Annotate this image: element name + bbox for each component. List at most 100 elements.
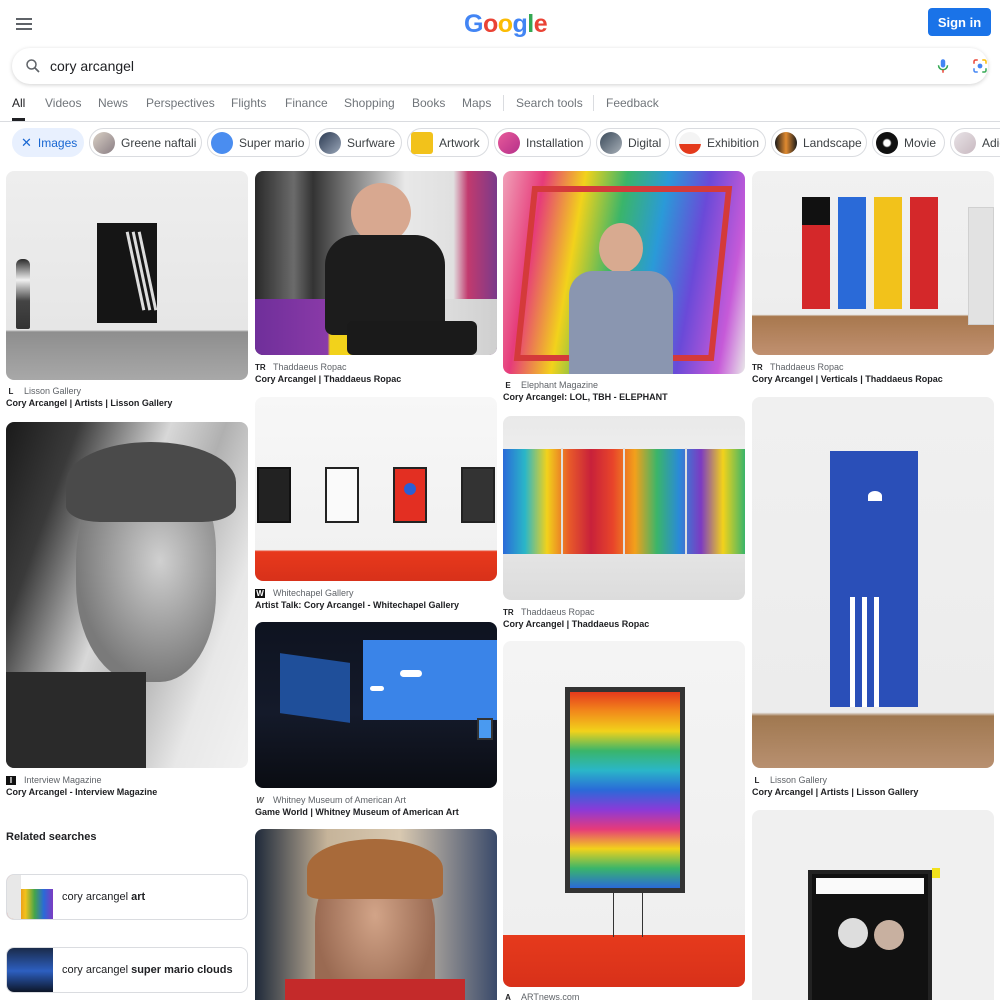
result-image[interactable] [6, 171, 248, 380]
chip-surfware[interactable]: Surfware [315, 128, 402, 157]
chip-thumbnail [211, 131, 233, 154]
result-image[interactable] [503, 416, 745, 600]
chip-super-mario[interactable]: Super mario [207, 128, 310, 157]
tab-books[interactable]: Books [412, 96, 445, 110]
image-result[interactable]: L Lisson Gallery Cory Arcangel | Artists … [752, 397, 994, 800]
image-result[interactable]: TR Thaddaeus Ropac Cory Arcangel | Thadda… [255, 171, 497, 387]
image-result[interactable] [752, 810, 994, 1000]
favicon: L [754, 775, 760, 785]
photo-face [838, 918, 868, 948]
tab-shopping[interactable]: Shopping [344, 96, 395, 110]
chip-thumbnail [954, 131, 976, 154]
result-source: TR Thaddaeus Ropac [255, 362, 347, 372]
sign-in-button[interactable]: Sign in [928, 8, 991, 36]
image-result[interactable]: I Interview Magazine Cory Arcangel - Inte… [6, 422, 248, 800]
image-result[interactable]: L Lisson Gallery Cory Arcangel | Artists … [6, 171, 248, 411]
related-search-item[interactable]: cory arcangel art [6, 874, 248, 920]
favicon: I [6, 775, 16, 785]
result-title[interactable]: Cory Arcangel: LOL, TBH - ELEPHANT [503, 392, 668, 402]
feedback-link[interactable]: Feedback [606, 96, 659, 110]
result-source: W Whitechapel Gallery [255, 588, 354, 598]
chip-artwork[interactable]: Artwork [407, 128, 489, 157]
chip-adidas[interactable]: Adid [950, 128, 1000, 157]
adidas-logo [868, 491, 882, 501]
result-image[interactable] [6, 422, 248, 768]
chip-images[interactable]: ✕ Images [12, 128, 84, 157]
visitor-figure [16, 259, 30, 329]
photo-face [874, 920, 904, 950]
tab-flights[interactable]: Flights [231, 96, 266, 110]
related-searches-heading: Related searches [6, 831, 97, 843]
image-result[interactable]: W Whitechapel Gallery Artist Talk: Cory A… [255, 397, 497, 613]
image-result[interactable]: W Whitney Museum of American Art Game Wor… [255, 622, 497, 820]
chip-exhibition[interactable]: Exhibition [675, 128, 766, 157]
blue-dot [404, 483, 416, 495]
google-logo[interactable]: Google [464, 10, 548, 39]
result-title[interactable]: Cory Arcangel | Thaddaeus Ropac [503, 619, 649, 629]
chip-thumbnail [876, 131, 898, 154]
image-result[interactable] [255, 829, 497, 1000]
tab-all[interactable]: All [12, 96, 26, 121]
panel-gap [685, 448, 687, 554]
chip-thumbnail [600, 131, 622, 154]
result-source: L Lisson Gallery [6, 386, 81, 396]
result-title[interactable]: Artist Talk: Cory Arcangel - Whitechapel… [255, 600, 459, 610]
result-image[interactable] [503, 171, 745, 374]
result-image[interactable] [503, 641, 745, 987]
microphone-icon[interactable] [934, 57, 952, 75]
image-result[interactable]: E Elephant Magazine Cory Arcangel: LOL, T… [503, 171, 745, 405]
result-source: A ARTnews.com [503, 992, 579, 1000]
result-image[interactable] [752, 171, 994, 355]
header: Google Sign in [0, 0, 1000, 48]
search-icon[interactable] [24, 57, 42, 75]
favicon: TR [752, 362, 763, 372]
tab-finance[interactable]: Finance [285, 96, 328, 110]
power-cable [613, 893, 643, 937]
tab-perspectives[interactable]: Perspectives [146, 96, 215, 110]
chip-thumbnail [93, 131, 115, 154]
related-search-item[interactable]: cory arcangel super mario clouds [6, 947, 248, 993]
chip-installation[interactable]: Installation [494, 128, 591, 157]
favicon: E [505, 380, 511, 390]
result-title[interactable]: Cory Arcangel | Thaddaeus Ropac [255, 374, 401, 384]
portrait-jacket [6, 672, 146, 768]
result-image[interactable] [752, 397, 994, 768]
person-head [599, 223, 643, 273]
result-title[interactable]: Cory Arcangel | Artists | Lisson Gallery [752, 787, 918, 797]
result-image[interactable] [255, 171, 497, 355]
doorway [968, 207, 994, 325]
hamburger-menu-icon[interactable] [12, 12, 36, 36]
search-tools-button[interactable]: Search tools [516, 96, 583, 110]
search-input[interactable] [50, 56, 890, 76]
result-image[interactable] [255, 397, 497, 581]
favicon: L [8, 386, 14, 396]
result-title[interactable]: Cory Arcangel | Verticals | Thaddaeus Ro… [752, 374, 943, 384]
tab-news[interactable]: News [98, 96, 128, 110]
tab-videos[interactable]: Videos [45, 96, 81, 110]
chip-digital[interactable]: Digital [596, 128, 670, 157]
image-result[interactable]: A ARTnews.com [503, 641, 745, 1000]
favicon: W [256, 795, 264, 805]
result-image[interactable] [255, 829, 497, 1000]
tab-maps[interactable]: Maps [462, 96, 491, 110]
google-lens-icon[interactable] [971, 57, 989, 75]
chip-greene-naftali[interactable]: Greene naftali [89, 128, 202, 157]
image-result[interactable]: TR Thaddaeus Ropac Cory Arcangel | Vertic… [752, 171, 994, 387]
image-result[interactable]: TR Thaddaeus Ropac Cory Arcangel | Thadda… [503, 416, 745, 632]
search-bar[interactable] [12, 48, 988, 84]
result-title[interactable]: Cory Arcangel - Interview Magazine [6, 787, 157, 797]
result-title[interactable]: Cory Arcangel | Artists | Lisson Gallery [6, 398, 172, 408]
result-title[interactable]: Game World | Whitney Museum of American … [255, 807, 459, 817]
result-source: W Whitney Museum of American Art [256, 795, 407, 805]
banner-artwork [874, 197, 902, 309]
portrait-hair [307, 839, 443, 899]
screen-artwork [461, 467, 495, 523]
chip-landscape[interactable]: Landscape [771, 128, 867, 157]
pixel-cloud [400, 670, 422, 677]
result-image[interactable] [752, 810, 994, 1000]
result-image[interactable] [255, 622, 497, 788]
result-source: TR Thaddaeus Ropac [503, 607, 595, 617]
pixel-cloud [370, 686, 384, 691]
chip-thumbnail [319, 131, 341, 154]
chip-movie[interactable]: Movie [872, 128, 945, 157]
